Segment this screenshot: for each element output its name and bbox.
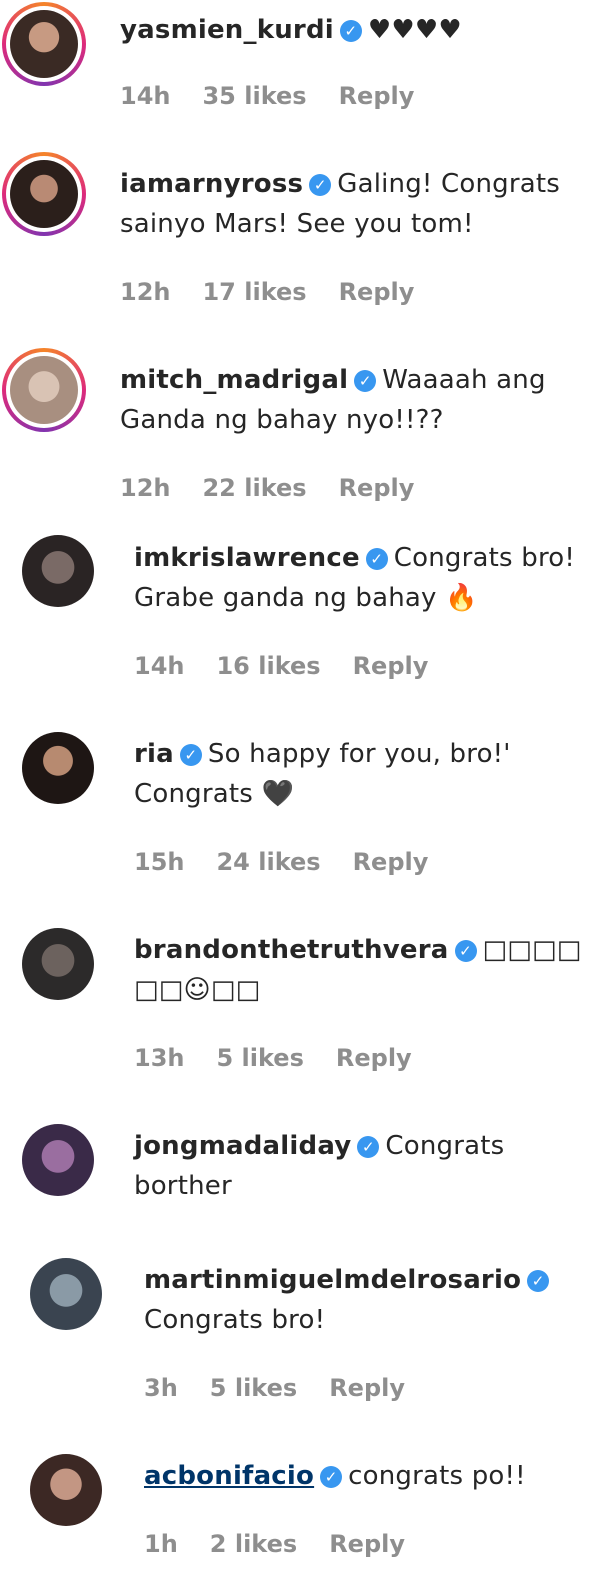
comment-text: Congrats bro! bbox=[144, 1305, 326, 1335]
avatar[interactable] bbox=[30, 1258, 102, 1330]
avatar[interactable] bbox=[30, 1454, 102, 1526]
verified-check-icon: ✓ bbox=[527, 1270, 550, 1292]
comment-body: ria ✓ So happy for you, bro!' Congrats 🖤 bbox=[134, 734, 584, 814]
timestamp: 14h bbox=[134, 652, 185, 680]
avatar[interactable] bbox=[2, 348, 86, 432]
avatar[interactable] bbox=[2, 2, 86, 86]
reply-button[interactable]: Reply bbox=[353, 652, 429, 680]
comment-meta: 12h 22 likes Reply bbox=[120, 474, 414, 502]
comment-body: brandonthetruthvera ✓ □□□□ □□☺□□ bbox=[134, 930, 584, 1010]
comment-body: jongmadaliday ✓ Congrats borther bbox=[134, 1126, 584, 1206]
verified-check-icon: ✓ bbox=[179, 744, 202, 766]
timestamp: 12h bbox=[120, 474, 171, 502]
verified-check-icon: ✓ bbox=[339, 20, 362, 42]
verified-check-icon: ✓ bbox=[320, 1466, 343, 1488]
comment-meta: 1h 2 likes Reply bbox=[144, 1530, 405, 1558]
username[interactable]: martinmiguelmdelrosario bbox=[144, 1265, 521, 1295]
likes-count[interactable]: 5 likes bbox=[216, 1044, 303, 1072]
username[interactable]: acbonifacio bbox=[144, 1461, 314, 1491]
reply-button[interactable]: Reply bbox=[336, 1044, 412, 1072]
username[interactable]: jongmadaliday bbox=[134, 1131, 351, 1161]
avatar[interactable] bbox=[22, 732, 94, 804]
username[interactable]: iamarnyross bbox=[120, 169, 303, 199]
comment-body: acbonifacio ✓ congrats po!! bbox=[144, 1456, 584, 1496]
comment-meta: 13h 5 likes Reply bbox=[134, 1044, 412, 1072]
username[interactable]: imkrislawrence bbox=[134, 543, 360, 573]
verified-check-icon: ✓ bbox=[354, 370, 377, 392]
timestamp: 15h bbox=[134, 848, 185, 876]
comment-meta: 12h 17 likes Reply bbox=[120, 278, 414, 306]
timestamp: 1h bbox=[144, 1530, 178, 1558]
avatar[interactable] bbox=[22, 928, 94, 1000]
likes-count[interactable]: 2 likes bbox=[210, 1530, 297, 1558]
comment-text: congrats po!! bbox=[348, 1461, 526, 1491]
username[interactable]: brandonthetruthvera bbox=[134, 935, 449, 965]
avatar[interactable] bbox=[22, 1124, 94, 1196]
username[interactable]: yasmien_kurdi bbox=[120, 15, 334, 45]
reply-button[interactable]: Reply bbox=[339, 278, 415, 306]
reply-button[interactable]: Reply bbox=[353, 848, 429, 876]
comment-body: imkrislawrence ✓ Congrats bro! Grabe ganda… bbox=[134, 538, 584, 618]
verified-check-icon: ✓ bbox=[309, 174, 332, 196]
likes-count[interactable]: 24 likes bbox=[216, 848, 320, 876]
timestamp: 13h bbox=[134, 1044, 185, 1072]
comment-meta: 14h 16 likes Reply bbox=[134, 652, 428, 680]
reply-button[interactable]: Reply bbox=[329, 1530, 405, 1558]
comment-body: mitch_madrigal ✓ Waaaah ang Ganda ng bahay… bbox=[120, 360, 580, 440]
comment-body: martinmiguelmdelrosario ✓ Congrats bro! bbox=[144, 1260, 584, 1340]
comment-meta: 14h 35 likes Reply bbox=[120, 82, 414, 110]
reply-button[interactable]: Reply bbox=[329, 1374, 405, 1402]
timestamp: 12h bbox=[120, 278, 171, 306]
comment-body: iamarnyross ✓ Galing! Congrats sainyo Mars… bbox=[120, 164, 580, 244]
avatar[interactable] bbox=[22, 535, 94, 607]
avatar[interactable] bbox=[2, 152, 86, 236]
timestamp: 3h bbox=[144, 1374, 178, 1402]
comment-meta: 15h 24 likes Reply bbox=[134, 848, 428, 876]
verified-check-icon: ✓ bbox=[357, 1136, 380, 1158]
reply-button[interactable]: Reply bbox=[339, 474, 415, 502]
username[interactable]: mitch_madrigal bbox=[120, 365, 348, 395]
reply-button[interactable]: Reply bbox=[339, 82, 415, 110]
verified-check-icon: ✓ bbox=[454, 940, 477, 962]
timestamp: 14h bbox=[120, 82, 171, 110]
verified-check-icon: ✓ bbox=[365, 548, 388, 570]
likes-count[interactable]: 16 likes bbox=[216, 652, 320, 680]
likes-count[interactable]: 35 likes bbox=[202, 82, 306, 110]
comment-meta: 3h 5 likes Reply bbox=[144, 1374, 405, 1402]
username[interactable]: ria bbox=[134, 739, 174, 769]
comment-text: ♥♥♥♥ bbox=[367, 15, 462, 45]
likes-count[interactable]: 22 likes bbox=[202, 474, 306, 502]
likes-count[interactable]: 5 likes bbox=[210, 1374, 297, 1402]
likes-count[interactable]: 17 likes bbox=[202, 278, 306, 306]
comment-body: yasmien_kurdi ✓ ♥♥♥♥ bbox=[120, 10, 580, 50]
